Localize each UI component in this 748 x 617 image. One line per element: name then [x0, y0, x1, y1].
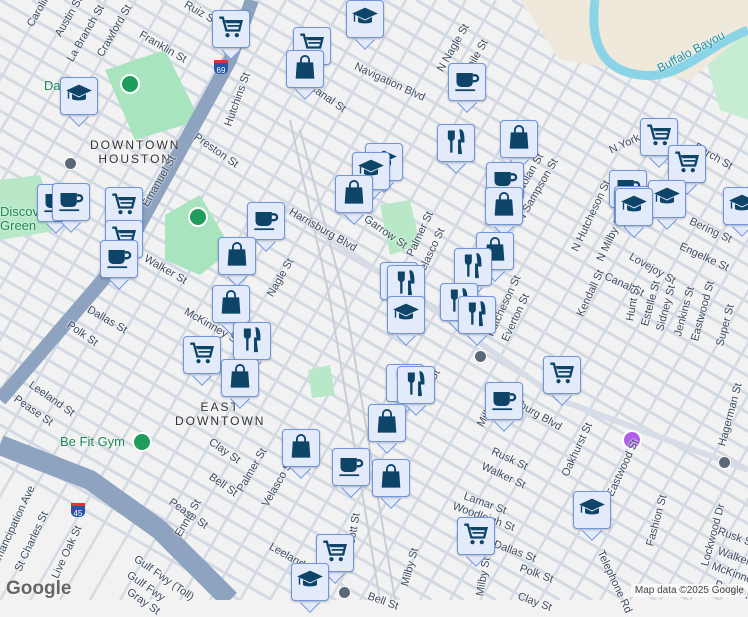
bag-marker[interactable]: [286, 50, 324, 100]
grad-marker[interactable]: [387, 296, 425, 346]
transit-station-icon[interactable]: [718, 456, 731, 469]
cart-marker[interactable]: [212, 10, 250, 60]
grad-marker[interactable]: [573, 491, 611, 541]
bag-marker[interactable]: [218, 237, 256, 287]
transit-station-icon[interactable]: [338, 586, 351, 599]
park-pin-icon[interactable]: [188, 207, 208, 227]
grad-icon: [392, 299, 420, 332]
poi-be-fit-gym[interactable]: Be Fit Gym: [60, 434, 125, 449]
grad-icon: [296, 566, 324, 599]
bag-marker[interactable]: [372, 459, 410, 509]
gym-pin-icon[interactable]: [132, 432, 152, 452]
grad-icon: [65, 80, 93, 113]
grad-marker[interactable]: [60, 77, 98, 127]
coffee-icon: [337, 451, 365, 484]
grad-icon: [728, 190, 748, 223]
cart-icon: [217, 13, 245, 46]
coffee-marker[interactable]: [332, 448, 370, 498]
bag-marker[interactable]: [282, 429, 320, 479]
cart-icon: [673, 148, 701, 181]
fork-icon: [402, 369, 430, 402]
park-pin-icon[interactable]: [120, 74, 140, 94]
cart-marker[interactable]: [457, 517, 495, 567]
cart-icon: [188, 339, 216, 372]
transit-station-icon[interactable]: [474, 350, 487, 363]
grad-marker[interactable]: [291, 563, 329, 613]
bag-marker[interactable]: [335, 175, 373, 225]
bag-icon: [505, 123, 533, 156]
cart-marker[interactable]: [183, 336, 221, 386]
coffee-marker[interactable]: [448, 63, 486, 113]
coffee-icon: [252, 205, 280, 238]
bag-icon: [287, 432, 315, 465]
cart-icon: [110, 190, 138, 223]
grad-marker[interactable]: [648, 180, 686, 230]
bag-marker[interactable]: [221, 359, 259, 409]
grad-marker[interactable]: [615, 188, 653, 238]
coffee-icon: [57, 186, 85, 219]
fork-icon: [463, 299, 491, 332]
transit-station-icon[interactable]: [64, 157, 77, 170]
bag-marker[interactable]: [500, 120, 538, 170]
coffee-marker[interactable]: [485, 382, 523, 432]
bag-icon: [373, 407, 401, 440]
i69-shield: 69: [214, 60, 228, 75]
grad-icon: [620, 191, 648, 224]
bag-marker[interactable]: [485, 187, 523, 237]
grad-marker[interactable]: [723, 187, 748, 237]
bag-marker[interactable]: [368, 404, 406, 454]
fork-icon: [238, 325, 266, 358]
bag-icon: [226, 362, 254, 395]
i45-shield: 45: [71, 503, 85, 518]
fork-marker[interactable]: [437, 124, 475, 174]
cart-marker[interactable]: [543, 356, 581, 406]
fork-icon: [442, 127, 470, 160]
bag-icon: [340, 178, 368, 211]
grad-icon: [351, 3, 379, 36]
google-logo: Google: [6, 578, 72, 599]
map-attribution[interactable]: Map data ©2025 Google: [630, 584, 748, 597]
coffee-marker[interactable]: [52, 183, 90, 233]
bag-icon: [291, 53, 319, 86]
bag-icon: [377, 462, 405, 495]
bag-icon: [217, 288, 245, 321]
grad-icon: [578, 494, 606, 527]
park-east: [308, 365, 335, 398]
fork-icon: [459, 251, 487, 284]
bag-icon: [223, 240, 251, 273]
coffee-icon: [490, 385, 518, 418]
grad-icon: [653, 183, 681, 216]
cart-icon: [548, 359, 576, 392]
coffee-marker[interactable]: [100, 240, 138, 290]
bag-icon: [490, 190, 518, 223]
coffee-icon: [105, 243, 133, 276]
coffee-icon: [453, 66, 481, 99]
cart-icon: [462, 520, 490, 553]
grad-marker[interactable]: [346, 0, 384, 50]
fork-marker[interactable]: [458, 296, 496, 346]
